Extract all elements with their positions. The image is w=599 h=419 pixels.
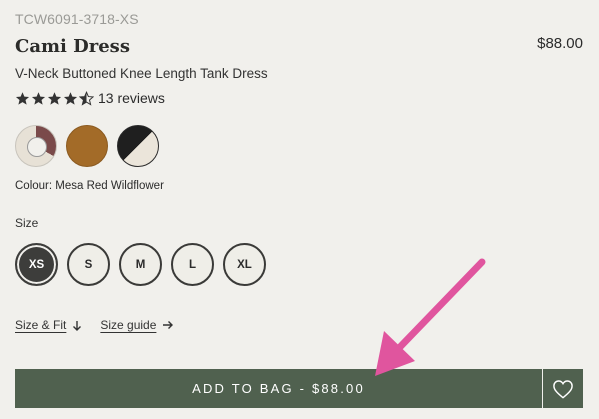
- star-icon: [31, 91, 46, 105]
- star-icon: [15, 91, 30, 105]
- wishlist-button[interactable]: [542, 369, 583, 408]
- size-option-m[interactable]: M: [119, 243, 162, 286]
- size-option-xl[interactable]: XL: [223, 243, 266, 286]
- size-option-xs[interactable]: XS: [15, 243, 58, 286]
- size-guide-label: Size guide: [100, 318, 157, 332]
- arrow-right-icon: [163, 321, 174, 329]
- size-options: XS S M L XL: [15, 243, 266, 286]
- size-links: Size & Fit Size guide: [15, 318, 174, 332]
- rating[interactable]: 13 reviews: [15, 90, 165, 106]
- product-price: $88.00: [537, 35, 583, 52]
- size-label: Size: [15, 216, 39, 230]
- size-fit-link[interactable]: Size & Fit: [15, 318, 82, 332]
- reviews-link[interactable]: 13 reviews: [98, 90, 165, 106]
- star-half-icon: [79, 90, 94, 106]
- heart-icon: [553, 379, 573, 399]
- product-title: Cami Dress: [15, 36, 130, 57]
- swatch-brown[interactable]: [66, 125, 108, 167]
- add-to-bag-row: ADD TO BAG - $88.00: [15, 369, 583, 408]
- add-to-bag-button[interactable]: ADD TO BAG - $88.00: [15, 369, 542, 408]
- swatch-black-ivory[interactable]: [117, 125, 159, 167]
- product-subtitle: V-Neck Buttoned Knee Length Tank Dress: [15, 66, 268, 81]
- star-icon: [63, 91, 78, 105]
- size-option-l[interactable]: L: [171, 243, 214, 286]
- star-icon: [47, 91, 62, 105]
- arrow-down-icon: [73, 320, 82, 331]
- size-option-s[interactable]: S: [67, 243, 110, 286]
- swatch-mesa-red-wildflower[interactable]: [15, 125, 57, 167]
- rating-stars: [15, 90, 94, 106]
- colour-swatches: [15, 125, 159, 167]
- product-sku: TCW6091-3718-XS: [15, 11, 139, 27]
- annotation-arrow: [375, 258, 486, 376]
- selected-colour-label: Colour: Mesa Red Wildflower: [15, 180, 164, 192]
- size-fit-label: Size & Fit: [15, 318, 67, 332]
- size-guide-link[interactable]: Size guide: [100, 318, 174, 332]
